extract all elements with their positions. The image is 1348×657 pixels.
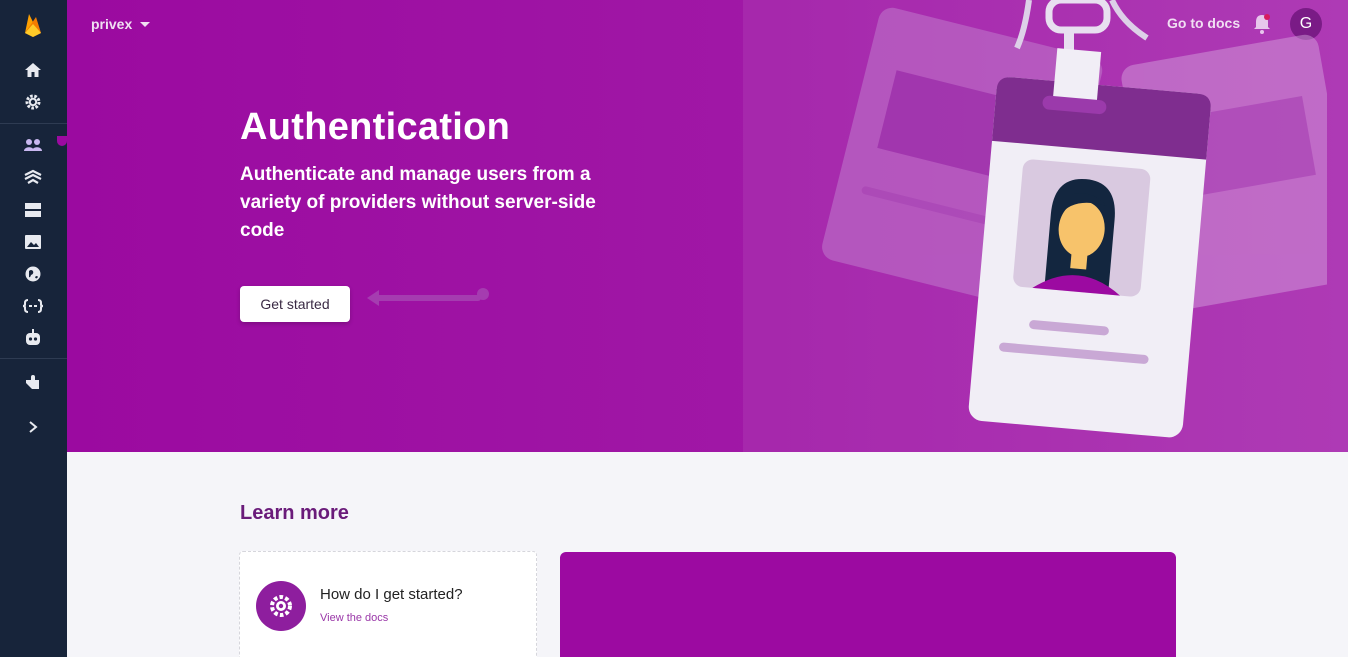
- id-badge-illustration: [822, 0, 1327, 438]
- active-indicator: [57, 136, 67, 146]
- ml-robot-icon[interactable]: [21, 326, 45, 350]
- sidebar: [0, 0, 67, 657]
- page-title: Authentication: [240, 106, 511, 148]
- project-selector[interactable]: privex: [91, 16, 151, 32]
- sidebar-divider: [0, 123, 67, 124]
- home-icon[interactable]: [21, 58, 45, 82]
- extensions-icon[interactable]: [21, 370, 45, 394]
- sidebar-divider: [0, 358, 67, 359]
- people-icon[interactable]: [21, 133, 45, 157]
- firebase-flame-icon[interactable]: [22, 12, 44, 38]
- page-subtitle: Authenticate and manage users from a var…: [240, 164, 596, 241]
- view-docs-link[interactable]: View the docs: [320, 612, 388, 624]
- learn-more-heading: Learn more: [240, 502, 349, 524]
- hero-banner: privex Go to docs G Authentication Authe…: [67, 0, 1348, 452]
- storage-image-icon[interactable]: [21, 230, 45, 254]
- firestore-icon[interactable]: [21, 165, 45, 189]
- chevron-right-icon[interactable]: [21, 415, 45, 439]
- video-panel[interactable]: [560, 552, 1176, 657]
- get-started-card[interactable]: How do I get started? View the docs: [239, 551, 537, 657]
- database-icon[interactable]: [21, 198, 45, 222]
- project-name: privex: [91, 16, 133, 32]
- get-started-button[interactable]: Get started: [240, 286, 350, 322]
- arrow-illustration: [367, 288, 489, 306]
- card-title: How do I get started?: [320, 586, 463, 603]
- globe-icon[interactable]: [21, 262, 45, 286]
- caret-down-icon: [140, 21, 151, 27]
- functions-icon[interactable]: [21, 294, 45, 318]
- gear-icon: [256, 581, 306, 631]
- gear-icon[interactable]: [21, 90, 45, 114]
